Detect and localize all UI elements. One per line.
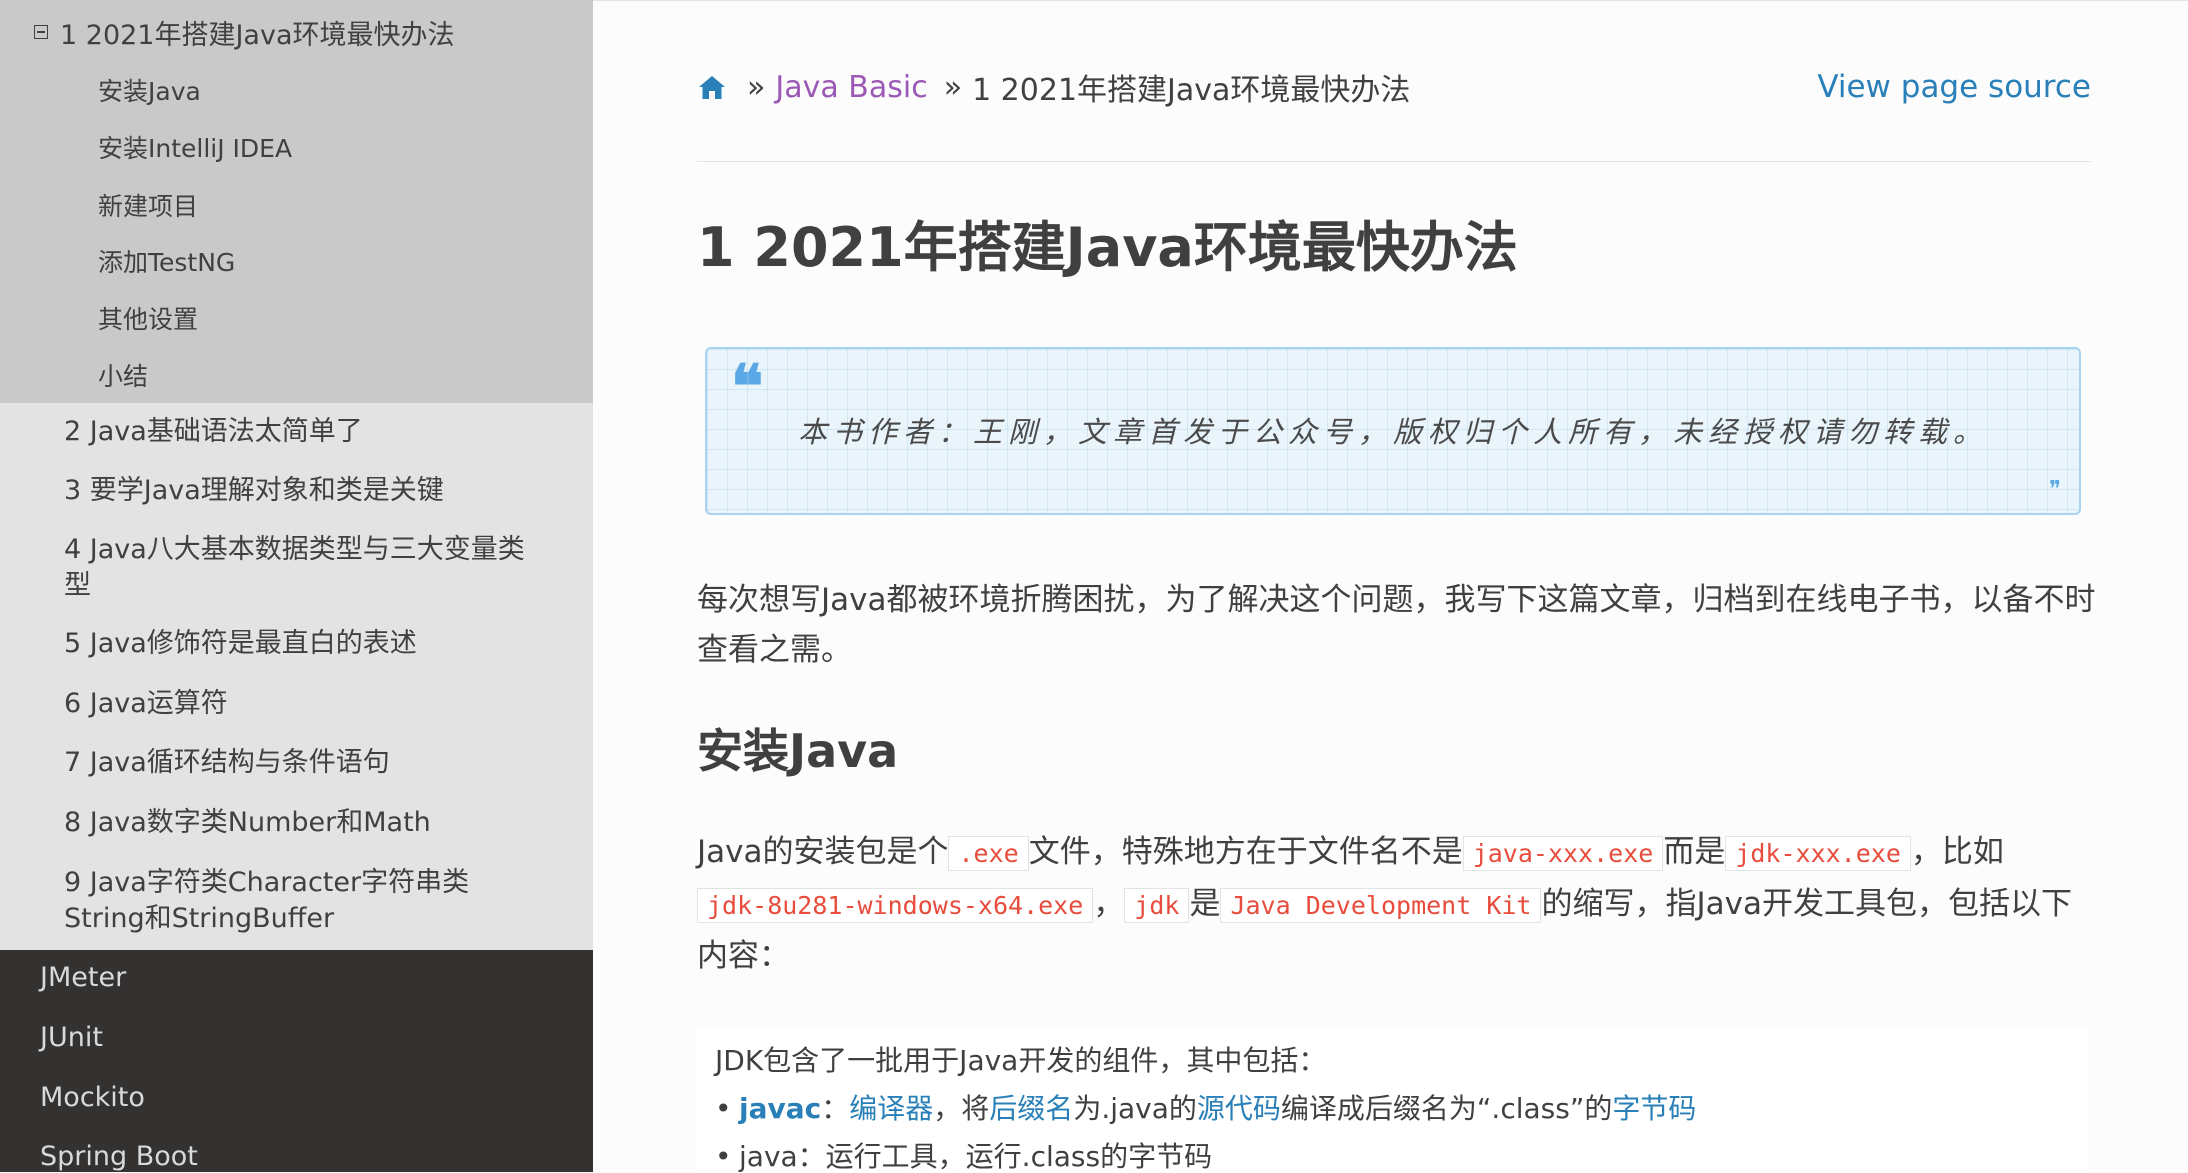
- breadcrumb-separator: »: [747, 69, 766, 105]
- sidebar-sub-item-install-intellij[interactable]: 安装IntelliJ IDEA: [98, 127, 292, 167]
- quote-open-icon: ❝: [731, 352, 764, 422]
- main-content: » Java Basic » 1 2021年搭建Java环境最快办法 View …: [593, 0, 2188, 1173]
- sidebar-item-chapter-9[interactable]: 9 Java字符类Character字符串类String和StringBuffe…: [64, 865, 544, 937]
- install-paragraph: Java的安装包是个 .exe 文件，特殊地方在于文件名不是 java-xxx.exe…: [697, 827, 2077, 981]
- quote-close-icon: ❞: [2049, 477, 2061, 502]
- sidebar-item-mockito[interactable]: Mockito: [40, 1077, 145, 1117]
- jdk-intro-text: JDK包含了一批用于Java开发的组件，其中包括：: [715, 1044, 1327, 1077]
- jdk-components-box: JDK包含了一批用于Java开发的组件，其中包括： javac：编译器，将后缀名…: [697, 1027, 2087, 1173]
- text-span: 是: [1189, 886, 1221, 922]
- text-span: Java的安装包是个: [697, 834, 949, 870]
- inline-code: java-xxx.exe: [1462, 836, 1664, 871]
- text-span: ，将: [933, 1092, 990, 1125]
- collapse-toggle-icon[interactable]: [34, 25, 48, 39]
- section-title-install-java: 安装Java: [697, 724, 899, 778]
- view-page-source-link[interactable]: View page source: [1817, 63, 2091, 111]
- copyright-notice: 本书作者：王刚，文章首发于公众号，版权归个人所有，未经授权请勿转载。: [797, 415, 1988, 449]
- sidebar-sub-item-install-java[interactable]: 安装Java: [98, 70, 201, 110]
- breadcrumb-current-page: 1 2021年搭建Java环境最快办法: [972, 73, 1411, 108]
- sidebar-item-junit[interactable]: JUnit: [40, 1017, 103, 1057]
- inline-code: Java Development Kit: [1220, 888, 1542, 923]
- text-span: 编译成后缀名为“.class”的: [1280, 1092, 1613, 1125]
- text-span: ，: [1093, 886, 1125, 922]
- inline-code: jdk-8u281-windows-x64.exe: [697, 888, 1094, 923]
- sidebar-sub-item-summary[interactable]: 小结: [98, 355, 148, 395]
- inline-code: .exe: [948, 836, 1029, 871]
- link-bytecode[interactable]: 字节码: [1612, 1092, 1696, 1125]
- text-span: 而是: [1663, 834, 1726, 870]
- breadcrumb-separator: »: [943, 69, 963, 105]
- breadcrumb-divider: [697, 161, 2091, 162]
- sidebar-item-chapter-6[interactable]: 6 Java运算符: [64, 686, 544, 722]
- sidebar-item-spring-boot[interactable]: Spring Boot: [40, 1136, 198, 1172]
- link-suffix[interactable]: 后缀名: [989, 1092, 1073, 1125]
- sidebar-item-chapter-5[interactable]: 5 Java修饰符是最直白的表述: [64, 626, 544, 662]
- sidebar-current-section: 1 2021年搭建Java环境最快办法 安装Java 安装IntelliJ ID…: [0, 0, 593, 403]
- breadcrumb: » Java Basic » 1 2021年搭建Java环境最快办法: [697, 63, 1410, 111]
- page-title: 1 2021年搭建Java环境最快办法: [697, 216, 1518, 279]
- breadcrumb-link-java-basic[interactable]: Java Basic: [775, 70, 927, 105]
- inline-code: jdk: [1124, 888, 1190, 923]
- sidebar-item-current-page[interactable]: 1 2021年搭建Java环境最快办法: [34, 12, 455, 52]
- sidebar-current-page-label: 1 2021年搭建Java环境最快办法: [60, 19, 455, 51]
- home-icon[interactable]: [697, 72, 727, 102]
- text-span: ：: [821, 1092, 850, 1125]
- sidebar-item-chapter-3[interactable]: 3 要学Java理解对象和类是关键: [64, 473, 544, 509]
- intro-paragraph: 每次想写Java都被环境折腾困扰，为了解决这个问题，我写下这篇文章，归档到在线电…: [697, 582, 2096, 668]
- link-source-code[interactable]: 源代码: [1197, 1092, 1281, 1125]
- sidebar-item-chapter-7[interactable]: 7 Java循环结构与条件语句: [64, 745, 544, 781]
- link-javac[interactable]: javac: [739, 1092, 821, 1125]
- sidebar-item-chapter-4[interactable]: 4 Java八大基本数据类型与三大变量类型: [64, 532, 544, 604]
- inline-code: jdk-xxx.exe: [1725, 836, 1911, 871]
- link-compiler[interactable]: 编译器: [849, 1092, 933, 1125]
- list-item: java：运行工具，运行.class的字节码: [715, 1135, 2069, 1173]
- sidebar-sub-item-add-testng[interactable]: 添加TestNG: [98, 241, 235, 281]
- text-span: ，比如: [1910, 834, 2004, 870]
- text-span: 文件，特殊地方在于文件名不是: [1028, 834, 1463, 870]
- sidebar-sub-item-other-settings[interactable]: 其他设置: [98, 298, 198, 338]
- sidebar-sub-item-new-project[interactable]: 新建项目: [98, 185, 198, 225]
- sidebar-item-chapter-2[interactable]: 2 Java基础语法太简单了: [64, 414, 544, 450]
- sidebar-chapter-list: 2 Java基础语法太简单了 3 要学Java理解对象和类是关键 4 Java八…: [0, 403, 593, 950]
- text-span: 为.java的: [1073, 1092, 1197, 1125]
- list-item: javac：编译器，将后缀名为.java的源代码编译成后缀名为“.class”的…: [715, 1087, 2069, 1131]
- sidebar-item-jmeter[interactable]: JMeter: [40, 957, 126, 997]
- sidebar-nav: 1 2021年搭建Java环境最快办法 安装Java 安装IntelliJ ID…: [0, 0, 593, 1172]
- copyright-quote-box: ❝ 本书作者：王刚，文章首发于公众号，版权归个人所有，未经授权请勿转载。 ❞: [705, 347, 2081, 515]
- sidebar-item-chapter-8[interactable]: 8 Java数字类Number和Math: [64, 805, 544, 841]
